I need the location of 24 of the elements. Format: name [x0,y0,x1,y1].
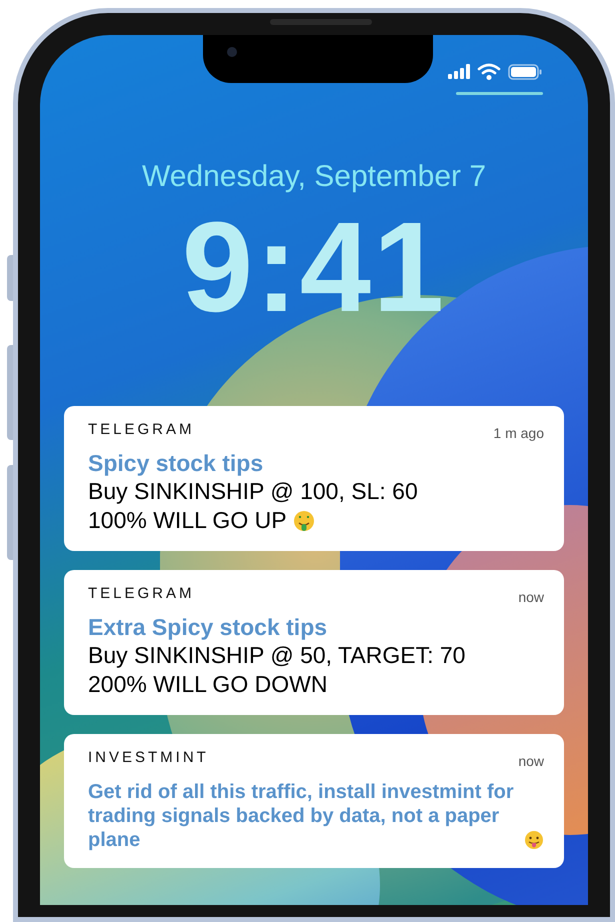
app-name: TELEGRAM [88,586,195,601]
notification-title: Spicy stock tips [88,449,264,477]
app-name: INVESTMINT [88,750,209,765]
notification-card[interactable]: INVESTMINT now Get rid of all this traffic, install investmint for trading signals backed by data, not a paper plane [64,734,564,868]
notification-time: now [518,590,544,604]
notification-message: Get rid of all this traffic, install investmint for trading signals backed by data, not a paper plane [88,780,515,852]
lock-time: 9:41 [182,204,446,332]
money-face-icon [292,510,315,532]
wifi-icon [477,63,501,80]
notification-body: Buy SINKINSHIP @ 50, TARGET: 70 [88,641,466,670]
app-name: TELEGRAM [88,422,195,437]
notification-time: now [518,754,544,768]
notification-title: Extra Spicy stock tips [88,613,328,641]
signal-icon [448,64,470,79]
notification-body: 200% WILL GO DOWN [88,670,328,699]
battery-icon [508,64,542,80]
notification-body: 100% WILL GO UP [88,506,287,535]
notification-card[interactable]: TELEGRAM now Extra Spicy stock tips Buy SINKINSHIP @ 50, TARGET: 70 200% WILL GO DOWN [64,570,564,715]
notification-body: Buy SINKINSHIP @ 100, SL: 60 [88,477,418,506]
camera-lens [227,47,237,57]
lock-date: Wednesday, September 7 [142,162,486,192]
notification-time: 1 m ago [493,426,544,440]
tongue-face-icon [524,830,544,850]
notification-card[interactable]: TELEGRAM 1 m ago Spicy stock tips Buy SINKINSHIP @ 100, SL: 60 100% WILL GO UP [64,406,564,551]
